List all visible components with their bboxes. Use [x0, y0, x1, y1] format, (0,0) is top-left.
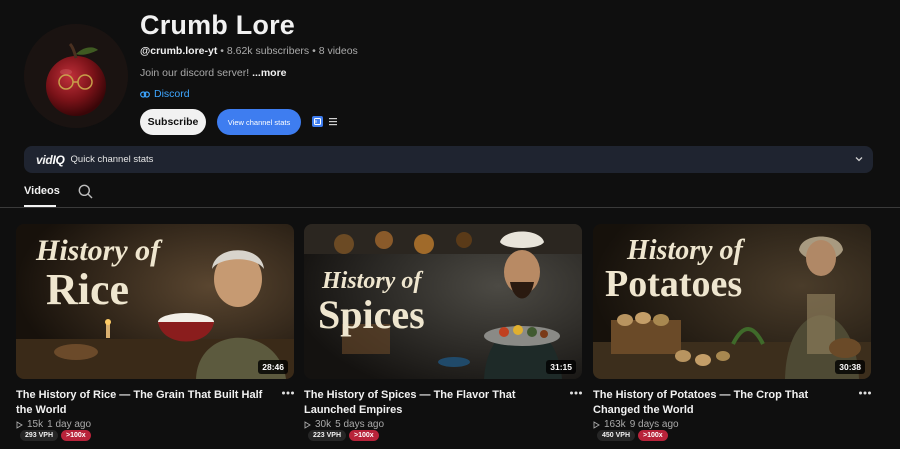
- multiplier-badge: >100x: [638, 430, 668, 441]
- video-title[interactable]: The History of Potatoes — The Crop That …: [593, 388, 848, 418]
- view-channel-stats-button[interactable]: View channel stats: [217, 109, 301, 135]
- thumbnail-title-line2: Rice: [46, 265, 129, 314]
- video-count: 8 videos: [318, 45, 358, 57]
- view-count: 30k: [315, 419, 332, 430]
- view-count: 163k: [604, 419, 626, 430]
- thumbnail-title-line1: History of: [321, 268, 423, 294]
- discord-link-label: Discord: [154, 88, 190, 100]
- video-duration: 28:46: [258, 360, 288, 374]
- description-text: Join our discord server!: [140, 67, 250, 79]
- multiplier-badge: >100x: [61, 430, 91, 441]
- video-thumbnail[interactable]: History of Potatoes 30:38: [593, 224, 871, 379]
- channel-description[interactable]: Join our discord server! ...more: [140, 67, 287, 79]
- play-icon: [16, 420, 23, 429]
- view-count: 15k: [27, 419, 44, 430]
- vph-badge: 293 VPH: [20, 430, 59, 441]
- video-duration: 30:38: [835, 360, 865, 374]
- tab-videos[interactable]: Videos: [24, 185, 60, 197]
- video-card[interactable]: History of Potatoes 30:38 The History of…: [593, 224, 871, 441]
- vidiq-icon[interactable]: [312, 116, 323, 127]
- video-badges: 450 VPH >100x: [597, 430, 668, 441]
- video-meta: 15k 1 day ago: [16, 419, 91, 430]
- more-vert-icon[interactable]: [281, 390, 295, 396]
- video-title[interactable]: The History of Rice — The Grain That Bui…: [16, 388, 271, 418]
- multiplier-badge: >100x: [349, 430, 379, 441]
- channel-meta: @crumb.lore-yt • 8.62k subscribers • 8 v…: [140, 45, 358, 57]
- discord-link[interactable]: Discord: [140, 88, 190, 100]
- video-thumbnail[interactable]: History of Spices 31:15: [304, 224, 582, 379]
- video-meta: 163k 9 days ago: [593, 419, 679, 430]
- vph-badge: 223 VPH: [308, 430, 347, 441]
- subscriber-count: 8.62k subscribers: [226, 45, 310, 57]
- video-duration: 31:15: [546, 360, 576, 374]
- video-age: 1 day ago: [47, 419, 92, 430]
- video-card[interactable]: History of Spices 31:15 The History of S…: [304, 224, 582, 441]
- play-icon: [593, 420, 600, 429]
- more-link[interactable]: ...more: [252, 67, 286, 79]
- meta-separator: •: [220, 45, 224, 57]
- channel-handle: @crumb.lore-yt: [140, 45, 218, 57]
- quick-stats-label: Quick channel stats: [70, 154, 154, 165]
- vidiq-logo: vidIQ: [36, 153, 65, 167]
- video-badges: 223 VPH >100x: [308, 430, 379, 441]
- video-title[interactable]: The History of Spices — The Flavor That …: [304, 388, 559, 418]
- thumbnail-title-line2: Spices: [318, 292, 425, 337]
- meta-separator: •: [312, 45, 316, 57]
- video-meta: 30k 5 days ago: [304, 419, 384, 430]
- video-badges: 293 VPH >100x: [20, 430, 91, 441]
- video-card[interactable]: History of Rice 28:46 The History of Ric…: [16, 224, 294, 441]
- thumbnail-title-line2: Potatoes: [605, 263, 742, 305]
- quick-channel-stats-bar[interactable]: vidIQ Quick channel stats: [24, 146, 873, 173]
- search-icon[interactable]: [78, 184, 93, 199]
- vidiq-logo-iq: IQ: [52, 152, 65, 167]
- video-thumbnail[interactable]: History of Rice 28:46: [16, 224, 294, 379]
- subscribe-button[interactable]: Subscribe: [140, 109, 206, 135]
- link-icon: [140, 90, 150, 98]
- more-vert-icon[interactable]: [858, 390, 872, 396]
- channel-avatar[interactable]: [24, 24, 128, 128]
- video-age: 9 days ago: [629, 419, 679, 430]
- thumbnail-title-line1: History of: [626, 235, 746, 266]
- play-icon: [304, 420, 311, 429]
- tabs-divider: [0, 207, 900, 208]
- video-age: 5 days ago: [335, 419, 385, 430]
- menu-icon[interactable]: [329, 117, 337, 126]
- channel-title: Crumb Lore: [140, 10, 296, 40]
- thumbnail-title-line1: History of: [35, 234, 163, 267]
- vidiq-logo-vid: vid: [36, 152, 53, 167]
- vph-badge: 450 VPH: [597, 430, 636, 441]
- chevron-down-icon[interactable]: [855, 156, 863, 162]
- more-vert-icon[interactable]: [569, 390, 583, 396]
